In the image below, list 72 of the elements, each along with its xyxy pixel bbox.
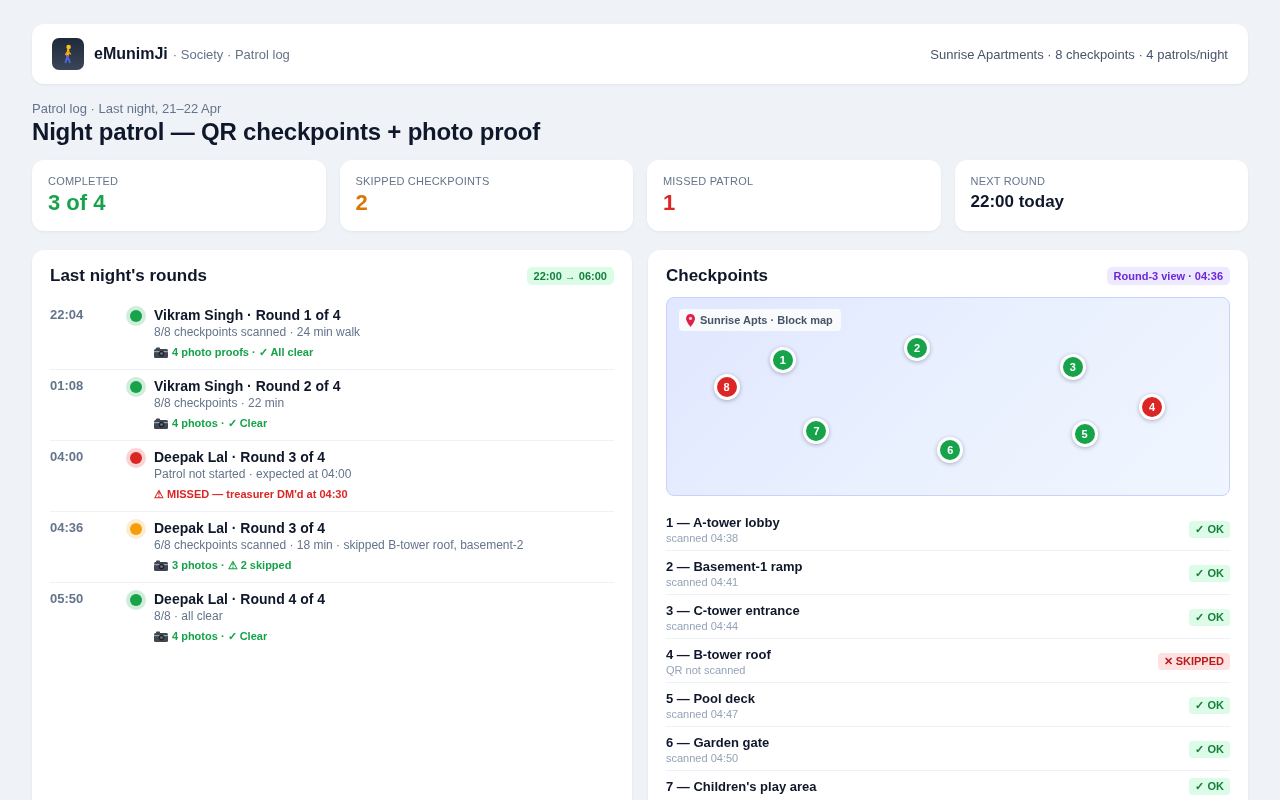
stat-label: COMPLETED [48, 174, 120, 188]
time-range-badge: 22:00 → 06:00 [526, 267, 614, 285]
round-detail: Patrol not started · expected at 04:00 [154, 466, 352, 482]
checkpoint-detail: QR not scanned [666, 663, 746, 677]
round-detail: 6/8 checkpoints scanned · 18 min · skipped B-tower roof, basement-2 [154, 537, 524, 553]
round-time: 22:04 [50, 306, 85, 324]
proof-note: 4 photos · ✓ Clear [172, 416, 268, 431]
round-detail: 8/8 checkpoints · 22 min [154, 395, 285, 411]
round-title: Vikram Singh · Round 1 of 4 [154, 306, 341, 324]
map-marker: 8 [713, 374, 740, 401]
stat-value: 3 of 4 [48, 190, 107, 216]
page-eyebrow: Patrol log · Last night, 21–22 Apr [32, 101, 223, 117]
status-badge: ✕ SKIPPED [1157, 653, 1230, 670]
stat-value: 22:00 today [970, 191, 1066, 213]
map-title: Sunrise Apts · Block map [700, 313, 833, 327]
round-time: 01:08 [50, 377, 85, 395]
map-marker: 5 [1071, 420, 1098, 447]
camera-icon [154, 417, 168, 429]
walking-person-icon [52, 38, 84, 70]
round-detail: 8/8 · all clear [154, 608, 223, 624]
round-title: Deepak Lal · Round 3 of 4 [154, 448, 326, 466]
panel-title: Checkpoints [666, 265, 769, 287]
alert-note: ⚠ MISSED — treasurer DM'd at 04:30 [154, 487, 348, 502]
stat-value: 2 [355, 190, 369, 216]
stat-label: MISSED PATROL [663, 174, 755, 188]
checkpoint-name: 4 — B-tower roof [666, 646, 771, 663]
proof-note: 3 photos · ⚠ 2 skipped [172, 558, 292, 573]
map-marker: 1 [769, 347, 796, 374]
checkpoint-detail: scanned 04:41 [666, 575, 739, 589]
camera-icon [154, 630, 168, 642]
view-badge: Round-3 view · 04:36 [1106, 267, 1230, 285]
round-title: Deepak Lal · Round 3 of 4 [154, 519, 326, 537]
camera-icon [154, 346, 168, 358]
round-detail: 8/8 checkpoints scanned · 24 min walk [154, 324, 361, 340]
status-badge: ✓ OK [1189, 609, 1230, 626]
stat-label: SKIPPED CHECKPOINTS [355, 174, 491, 188]
map-pin-icon [686, 313, 695, 327]
checkpoint-name: 3 — C-tower entrance [666, 602, 800, 619]
map-marker: 3 [1059, 354, 1086, 381]
round-time: 05:50 [50, 590, 85, 608]
checkpoint-detail: scanned 04:38 [666, 531, 739, 545]
proof-note: 4 photo proofs · ✓ All clear [172, 345, 314, 360]
checkpoint-name: 5 — Pool deck [666, 690, 755, 707]
society-summary: Sunrise Apartments · 8 checkpoints · 4 patrols/night [930, 46, 1228, 62]
checkpoint-name: 1 — A-tower lobby [666, 514, 780, 531]
status-badge: ✓ OK [1189, 697, 1230, 714]
camera-icon [154, 559, 168, 571]
status-badge: ✓ OK [1189, 565, 1230, 582]
round-title: Deepak Lal · Round 4 of 4 [154, 590, 326, 608]
checkpoint-name: 2 — Basement-1 ramp [666, 558, 803, 575]
stat-label: NEXT ROUND [970, 174, 1047, 188]
panel-title: Last night's rounds [50, 265, 208, 287]
checkpoint-name: 6 — Garden gate [666, 734, 770, 751]
proof-note: 4 photos · ✓ Clear [172, 629, 268, 644]
map-marker: 2 [904, 335, 931, 362]
status-badge: ✓ OK [1189, 521, 1230, 538]
round-time: 04:36 [50, 519, 85, 537]
brand-name: eMunimJi [94, 45, 168, 63]
checkpoint-detail: scanned 04:47 [666, 707, 739, 721]
breadcrumb: · Society · Patrol log [172, 47, 290, 62]
checkpoint-name: 7 — Children's play area [666, 778, 817, 795]
stat-value: 1 [663, 190, 677, 216]
round-title: Vikram Singh · Round 2 of 4 [154, 377, 341, 395]
checkpoint-detail: scanned 04:50 [666, 751, 739, 765]
page-title: Night patrol — QR checkpoints + photo proof [32, 117, 542, 146]
status-badge: ✓ OK [1189, 741, 1230, 758]
round-time: 04:00 [50, 448, 85, 466]
map-marker: 7 [803, 417, 830, 444]
checkpoint-detail: scanned 04:44 [666, 619, 739, 633]
status-badge: ✓ OK [1189, 778, 1230, 795]
map-marker: 6 [937, 437, 964, 464]
map-marker: 4 [1139, 393, 1165, 420]
